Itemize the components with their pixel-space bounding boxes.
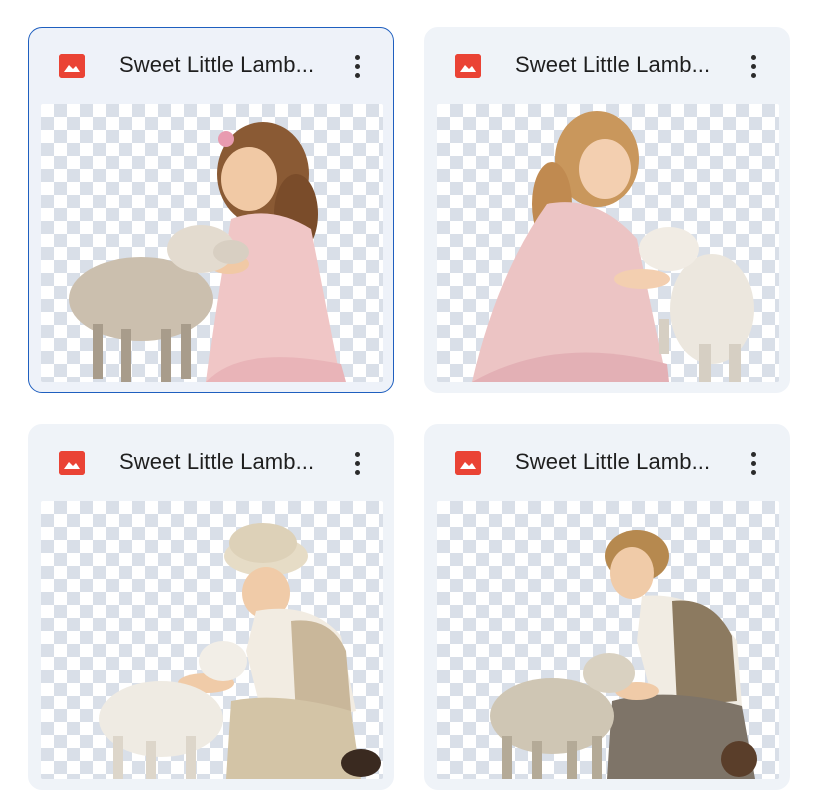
image-file-icon (59, 451, 85, 475)
file-title[interactable]: Sweet Little Lamb... (119, 449, 339, 475)
file-thumbnail[interactable] (437, 501, 779, 779)
file-card[interactable]: Sweet Little Lamb... (28, 27, 394, 393)
file-card-header: Sweet Little Lamb... (425, 425, 789, 501)
image-file-icon (59, 54, 85, 78)
thumbnail-image (490, 530, 757, 779)
image-file-icon (455, 54, 481, 78)
more-options-icon[interactable] (739, 447, 767, 479)
more-options-icon[interactable] (343, 447, 371, 479)
file-title[interactable]: Sweet Little Lamb... (515, 52, 735, 78)
file-thumbnail[interactable] (41, 501, 383, 779)
more-options-icon[interactable] (343, 50, 371, 82)
file-card-header: Sweet Little Lamb... (29, 28, 393, 104)
image-file-icon (455, 451, 481, 475)
file-thumbnail[interactable] (41, 104, 383, 382)
file-card-header: Sweet Little Lamb... (29, 425, 393, 501)
file-card[interactable]: Sweet Little Lamb... (424, 424, 790, 790)
file-title[interactable]: Sweet Little Lamb... (119, 52, 339, 78)
thumbnail-image (69, 122, 346, 382)
file-card-header: Sweet Little Lamb... (425, 28, 789, 104)
file-title[interactable]: Sweet Little Lamb... (515, 449, 735, 475)
file-card[interactable]: Sweet Little Lamb... (28, 424, 394, 790)
file-grid: Sweet Little Lamb... Sweet Little Lamb..… (0, 0, 814, 802)
more-options-icon[interactable] (739, 50, 767, 82)
file-thumbnail[interactable] (437, 104, 779, 382)
thumbnail-image (472, 111, 754, 382)
file-card[interactable]: Sweet Little Lamb... (424, 27, 790, 393)
thumbnail-image (99, 523, 381, 779)
